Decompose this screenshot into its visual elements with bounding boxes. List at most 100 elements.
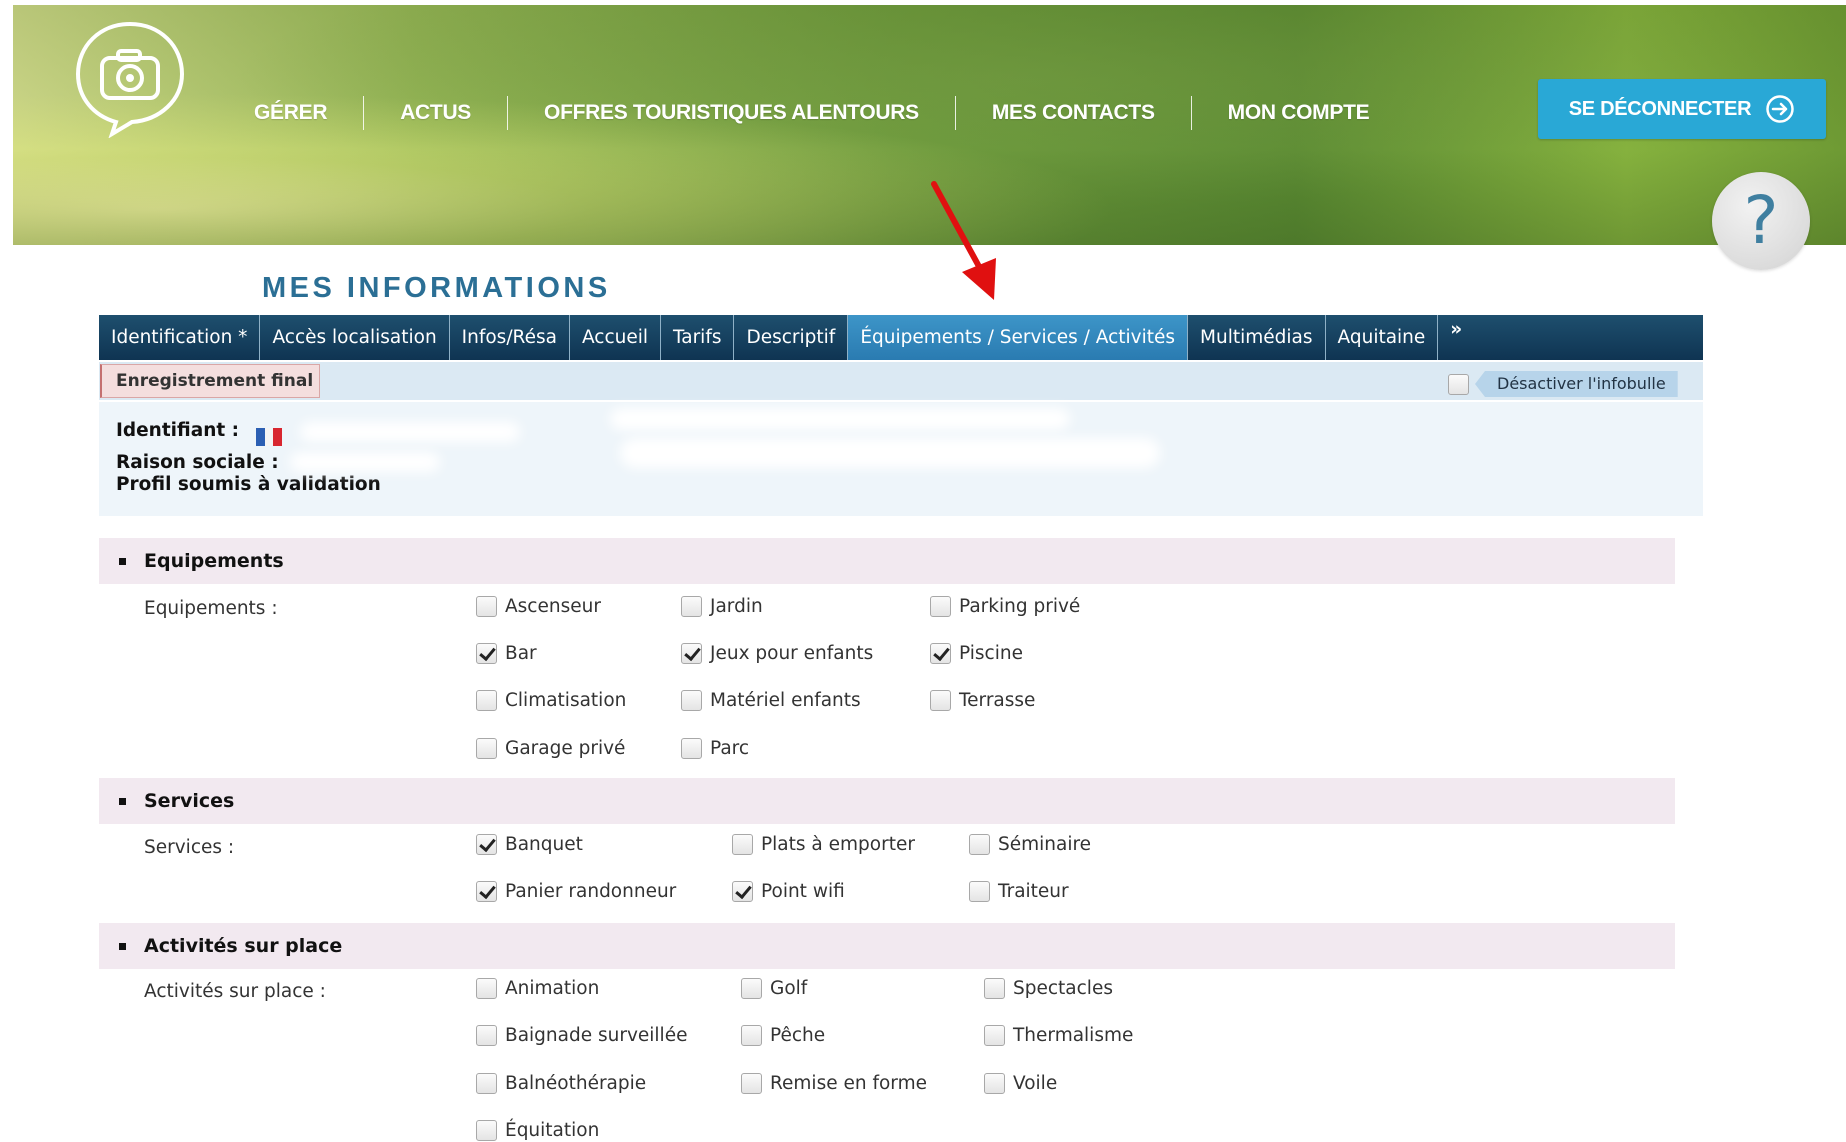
equipements-field-label: Equipements : [144, 598, 278, 619]
tab-aquitaine[interactable]: Aquitaine [1326, 315, 1439, 360]
option-label: Voile [1013, 1073, 1058, 1094]
checkbox-checked[interactable] [476, 643, 497, 664]
redaction-blur [610, 408, 1070, 430]
option-label: Ascenseur [505, 596, 601, 617]
checkbox[interactable] [476, 1120, 497, 1141]
option-peche[interactable]: Pêche [741, 1025, 825, 1046]
tab-identification[interactable]: Identification * [99, 315, 261, 360]
option-piscine[interactable]: Piscine [930, 643, 1023, 664]
option-label: Équitation [505, 1120, 600, 1141]
option-ascenseur[interactable]: Ascenseur [476, 596, 601, 617]
option-panier-randonneur[interactable]: Panier randonneur [476, 881, 676, 902]
section-activites: Activités sur place [99, 923, 1675, 969]
nav-offres[interactable]: OFFRES TOURISTIQUES ALENTOURS [508, 96, 956, 130]
checkbox[interactable] [681, 596, 702, 617]
checkbox[interactable] [741, 978, 762, 999]
nav-gerer[interactable]: GÉRER [236, 96, 365, 130]
option-seminaire[interactable]: Séminaire [969, 834, 1091, 855]
tab-equipements-services-activites[interactable]: Équipements / Services / Activités [848, 315, 1189, 360]
nav-compte[interactable]: MON COMPTE [1192, 96, 1406, 130]
bullet-icon [119, 557, 126, 565]
raison-sociale-label: Raison sociale : [116, 452, 279, 473]
option-parc[interactable]: Parc [681, 738, 749, 759]
nav-actus[interactable]: ACTUS [364, 96, 509, 130]
checkbox[interactable] [930, 596, 951, 617]
checkbox[interactable] [930, 690, 951, 711]
services-field-label: Services : [144, 837, 235, 858]
option-materiel-enfants[interactable]: Matériel enfants [681, 690, 861, 711]
checkbox[interactable] [969, 881, 990, 902]
checkbox[interactable] [476, 690, 497, 711]
option-thermalisme[interactable]: Thermalisme [984, 1025, 1133, 1046]
option-animation[interactable]: Animation [476, 978, 599, 999]
option-label: Piscine [959, 643, 1023, 664]
option-label: Baignade surveillée [505, 1025, 688, 1046]
option-parking-prive[interactable]: Parking privé [930, 596, 1080, 617]
tab-bar: Identification * Accès localisation Info… [99, 315, 1703, 360]
option-bar[interactable]: Bar [476, 643, 537, 664]
option-label: Pêche [770, 1025, 826, 1046]
checkbox[interactable] [741, 1073, 762, 1094]
tooltip-checkbox[interactable] [1448, 373, 1469, 395]
checkbox[interactable] [681, 690, 702, 711]
option-terrasse[interactable]: Terrasse [930, 690, 1035, 711]
checkbox[interactable] [969, 834, 990, 855]
option-label: Spectacles [1013, 978, 1113, 999]
option-golf[interactable]: Golf [741, 978, 807, 999]
option-jardin[interactable]: Jardin [681, 596, 763, 617]
nav-contacts[interactable]: MES CONTACTS [956, 96, 1192, 130]
checkbox-checked[interactable] [732, 881, 753, 902]
france-flag-icon [256, 428, 283, 446]
option-voile[interactable]: Voile [984, 1073, 1057, 1094]
checkbox[interactable] [984, 1073, 1005, 1094]
checkbox[interactable] [681, 738, 702, 759]
option-baignade[interactable]: Baignade surveillée [476, 1025, 687, 1046]
checkbox-checked[interactable] [476, 881, 497, 902]
option-climatisation[interactable]: Climatisation [476, 690, 626, 711]
tab-more[interactable]: » [1438, 315, 1474, 360]
final-save-button[interactable]: Enregistrement final [100, 364, 320, 398]
option-plats-emporter[interactable]: Plats à emporter [732, 834, 915, 855]
checkbox[interactable] [741, 1025, 762, 1046]
option-equitation[interactable]: Équitation [476, 1120, 599, 1141]
option-garage-prive[interactable]: Garage privé [476, 738, 625, 759]
checkbox[interactable] [476, 1025, 497, 1046]
option-traiteur[interactable]: Traiteur [969, 881, 1069, 902]
tab-infos-resa[interactable]: Infos/Résa [450, 315, 570, 360]
help-button[interactable]: ? [1712, 172, 1810, 270]
tab-tarifs[interactable]: Tarifs [661, 315, 735, 360]
main-nav: GÉRER ACTUS OFFRES TOURISTIQUES ALENTOUR… [236, 96, 1405, 130]
section-services: Services [99, 778, 1675, 824]
tab-multimedias[interactable]: Multimédias [1188, 315, 1326, 360]
camera-logo-icon[interactable] [72, 18, 188, 138]
section-title-activites: Activités sur place [144, 935, 343, 957]
checkbox[interactable] [732, 834, 753, 855]
checkbox[interactable] [984, 1025, 1005, 1046]
checkbox-checked[interactable] [681, 643, 702, 664]
checkbox[interactable] [476, 978, 497, 999]
option-spectacles[interactable]: Spectacles [984, 978, 1113, 999]
checkbox[interactable] [476, 596, 497, 617]
checkbox-checked[interactable] [476, 834, 497, 855]
logout-button[interactable]: SE DÉCONNECTER [1538, 79, 1826, 139]
option-label: Thermalisme [1013, 1025, 1134, 1046]
checkbox[interactable] [984, 978, 1005, 999]
option-jeux-enfants[interactable]: Jeux pour enfants [681, 643, 873, 664]
option-point-wifi[interactable]: Point wifi [732, 881, 845, 902]
option-banquet[interactable]: Banquet [476, 834, 583, 855]
checkbox[interactable] [476, 1073, 497, 1094]
section-title-services: Services [144, 790, 235, 812]
option-label: Parking privé [959, 596, 1081, 617]
tab-descriptif[interactable]: Descriptif [734, 315, 849, 360]
option-label: Golf [770, 978, 808, 999]
option-label: Remise en forme [770, 1073, 927, 1094]
tooltip-toggle[interactable]: Désactiver l'infobulle [1448, 370, 1678, 398]
checkbox[interactable] [476, 738, 497, 759]
checkbox-checked[interactable] [930, 643, 951, 664]
red-arrow-annotation-icon [931, 181, 996, 300]
bullet-icon [119, 797, 126, 805]
tab-accueil[interactable]: Accueil [570, 315, 661, 360]
tab-acces-localisation[interactable]: Accès localisation [260, 315, 450, 360]
option-balneotherapie[interactable]: Balnéothérapie [476, 1073, 646, 1094]
option-remise-en-forme[interactable]: Remise en forme [741, 1073, 927, 1094]
